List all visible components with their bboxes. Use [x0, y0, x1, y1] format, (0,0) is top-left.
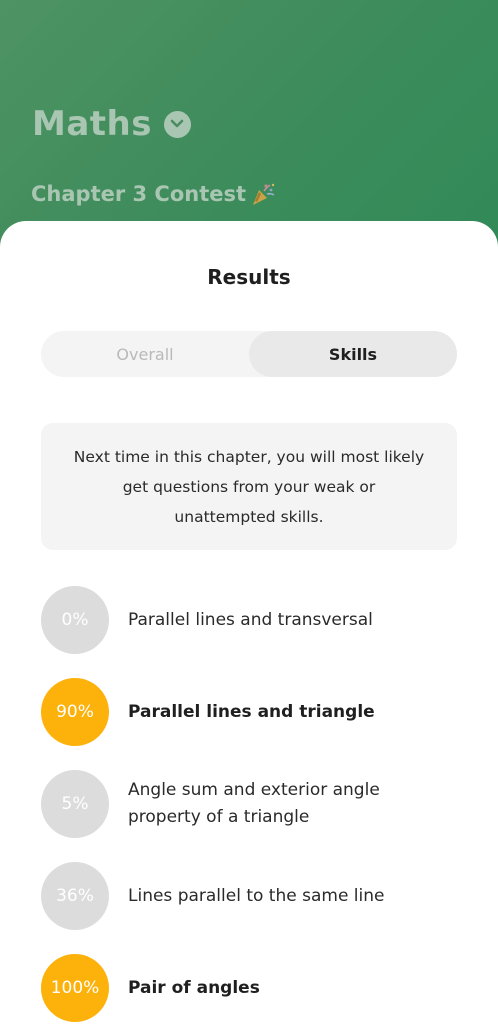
results-sheet: Results Overall Skills Next time in this… [0, 221, 498, 1024]
tab-skills[interactable]: Skills [249, 331, 457, 377]
skill-label: Parallel lines and transversal [128, 609, 373, 630]
skill-percent-badge: 100% [41, 954, 109, 1022]
list-item[interactable]: 5% Angle sum and exterior angle property… [41, 770, 461, 838]
tab-overall[interactable]: Overall [41, 331, 249, 377]
skill-percent-badge: 90% [41, 678, 109, 746]
subject-title: Maths [32, 104, 152, 144]
info-text: Next time in this chapter, you will most… [73, 447, 425, 526]
skill-label: Lines parallel to the same line [128, 885, 385, 906]
subject-selector[interactable]: Maths [32, 104, 191, 144]
list-item[interactable]: 36% Lines parallel to the same line [41, 862, 461, 930]
skill-label: Angle sum and exterior angle property of… [128, 780, 380, 827]
sheet-title: Results [207, 265, 291, 289]
skill-percent-badge: 5% [41, 770, 109, 838]
skill-label: Pair of angles [128, 977, 260, 998]
list-item[interactable]: 90% Parallel lines and triangle [41, 678, 461, 746]
skill-percent-badge: 0% [41, 586, 109, 654]
party-popper-icon [250, 181, 276, 207]
chevron-down-icon[interactable] [163, 110, 191, 138]
screen: Maths Chapter 3 Contest Results Overall … [0, 0, 498, 1024]
results-tabs: Overall Skills [41, 331, 457, 377]
info-box: Next time in this chapter, you will most… [41, 423, 457, 550]
list-item[interactable]: 100% Pair of angles [41, 954, 461, 1022]
skill-percent-badge: 36% [41, 862, 109, 930]
contest-title: Chapter 3 Contest [31, 182, 247, 206]
contest-row: Chapter 3 Contest [31, 181, 276, 207]
list-item[interactable]: 0% Parallel lines and transversal [41, 586, 461, 654]
skill-label: Parallel lines and triangle [128, 701, 375, 722]
